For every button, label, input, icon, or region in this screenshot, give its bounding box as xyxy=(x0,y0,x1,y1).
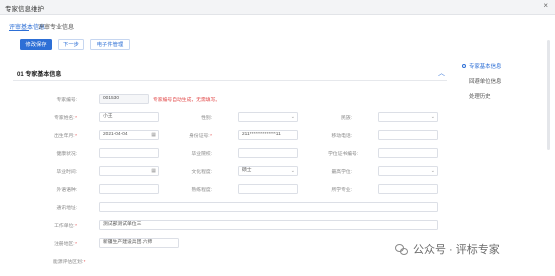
registered-area-select[interactable]: 新疆生产建设兵团.六师 xyxy=(99,238,179,248)
major-label: 所学专业: xyxy=(331,188,352,193)
active-nav-dot xyxy=(462,64,466,68)
education-value: 硕士 xyxy=(242,168,252,173)
birth-value: 2021-04-04 xyxy=(103,132,128,137)
required-mark: * xyxy=(75,134,77,139)
expert-no-field: 001530 xyxy=(99,94,149,104)
tab-review-professional-info[interactable]: 评审专业信息 xyxy=(38,22,74,31)
scrollbar[interactable] xyxy=(547,40,550,150)
major-field[interactable] xyxy=(378,184,438,194)
address-label: 通讯地址: xyxy=(56,206,77,211)
dropdown-icon: ⌄ xyxy=(430,168,435,174)
id-no-label-text: 身份证号: xyxy=(189,134,210,139)
close-icon[interactable]: × xyxy=(543,2,548,10)
required-mark: * xyxy=(75,116,77,121)
expert-form: 专家编号: 001530 专家编号自动生成，无需填写。 专家姓名:* 小王 性别… xyxy=(13,81,447,276)
name-label-text: 专家姓名: xyxy=(54,116,75,121)
nav-item-basic-info[interactable]: 专家基本信息 xyxy=(469,62,501,70)
save-button[interactable]: 修改保存 xyxy=(20,39,52,50)
employer-value: 测试部测试单位三 xyxy=(103,222,142,227)
employer-label: 工作单位:* xyxy=(53,222,77,229)
highest-degree-label: 最高学位: xyxy=(331,170,352,175)
graduated-school-field[interactable] xyxy=(238,148,298,158)
calendar-icon: ▦ xyxy=(151,132,156,138)
birth-date-field[interactable]: 2021-04-04 ▦ xyxy=(99,130,159,140)
required-mark: * xyxy=(210,134,212,139)
education-select[interactable]: 硕士 ⌄ xyxy=(238,166,298,176)
required-mark: * xyxy=(83,260,86,265)
graduated-school-label: 毕业院校: xyxy=(191,152,212,157)
ethnicity-label: 民族: xyxy=(341,116,352,121)
gender-label: 性别: xyxy=(201,116,212,121)
birth-label: 出生年月:* xyxy=(53,132,77,139)
health-label: 健康状况: xyxy=(56,152,77,157)
birth-label-text: 出生年月: xyxy=(54,134,75,139)
id-no-value: 211**************11 xyxy=(242,132,281,137)
name-field[interactable]: 小王 xyxy=(99,112,159,122)
dropdown-icon: ⌄ xyxy=(430,114,435,120)
degree-cert-label: 学位证书编号: xyxy=(328,152,359,157)
expert-no-label: 专家编号: xyxy=(56,98,77,103)
employer-label-text: 工作单位: xyxy=(54,224,75,229)
name-label: 专家姓名:* xyxy=(53,114,77,121)
proficiency-label: 熟练程度: xyxy=(191,188,212,193)
education-label: 文化程度: xyxy=(191,170,212,175)
active-tab-indicator xyxy=(9,30,29,32)
expert-no-hint: 专家编号自动生成，无需填写。 xyxy=(153,98,221,103)
dropdown-icon: ⌄ xyxy=(290,168,295,174)
dropdown-icon: ⌄ xyxy=(290,114,295,120)
name-value: 小王 xyxy=(103,114,113,119)
next-step-button[interactable]: 下一步 xyxy=(58,39,84,50)
section-header: 01 专家基本信息 ︿ xyxy=(13,65,447,81)
foreign-lang-field[interactable] xyxy=(99,184,159,194)
e-document-button[interactable]: 电子件管理 xyxy=(90,39,130,50)
ethnicity-select[interactable]: ⌄ xyxy=(378,112,438,122)
foreign-lang-label: 外语语种: xyxy=(56,188,77,193)
nav-item-history[interactable]: 处理历史 xyxy=(469,92,491,100)
wechat-icon xyxy=(395,244,409,256)
registered-area-label-text: 注册地区: xyxy=(54,242,75,247)
window-titlebar: 专家信息维护 × xyxy=(0,0,555,15)
required-mark: * xyxy=(75,242,77,247)
gender-select[interactable]: ⌄ xyxy=(238,112,298,122)
graduation-time-field[interactable]: ▦ xyxy=(99,166,159,176)
id-no-field[interactable]: 211**************11 xyxy=(238,130,298,140)
graduation-time-label: 毕业时间: xyxy=(56,170,77,175)
employer-field[interactable]: 测试部测试单位三 xyxy=(99,220,438,230)
section-title: 01 专家基本信息 xyxy=(17,72,62,78)
health-field[interactable] xyxy=(99,148,159,158)
id-no-label: 身份证号:* xyxy=(188,132,212,139)
proficiency-field[interactable] xyxy=(238,184,298,194)
phone-field[interactable] xyxy=(378,130,438,140)
eval-area-label: 能源评估区划:* xyxy=(53,258,86,265)
watermark: 公众号 · 评标专家 xyxy=(395,241,500,261)
collapse-icon[interactable]: ︿ xyxy=(438,68,445,78)
phone-label: 移动电话: xyxy=(331,134,352,139)
nav-item-avoid-units[interactable]: 回避单位信息 xyxy=(469,77,501,85)
watermark-text: 公众号 · 评标专家 xyxy=(413,244,500,256)
address-field[interactable] xyxy=(99,202,438,212)
expert-no-value: 001530 xyxy=(103,96,120,101)
degree-cert-field[interactable] xyxy=(378,148,438,158)
registered-area-label: 注册地区:* xyxy=(53,240,77,247)
window-title: 专家信息维护 xyxy=(5,6,44,13)
registered-area-value: 新疆生产建设兵团.六师 xyxy=(103,240,153,245)
highest-degree-select[interactable]: ⌄ xyxy=(378,166,438,176)
calendar-icon: ▦ xyxy=(151,168,156,174)
eval-area-label-text: 能源评估区划: xyxy=(53,260,84,265)
required-mark: * xyxy=(75,224,77,229)
form-background xyxy=(13,81,447,276)
